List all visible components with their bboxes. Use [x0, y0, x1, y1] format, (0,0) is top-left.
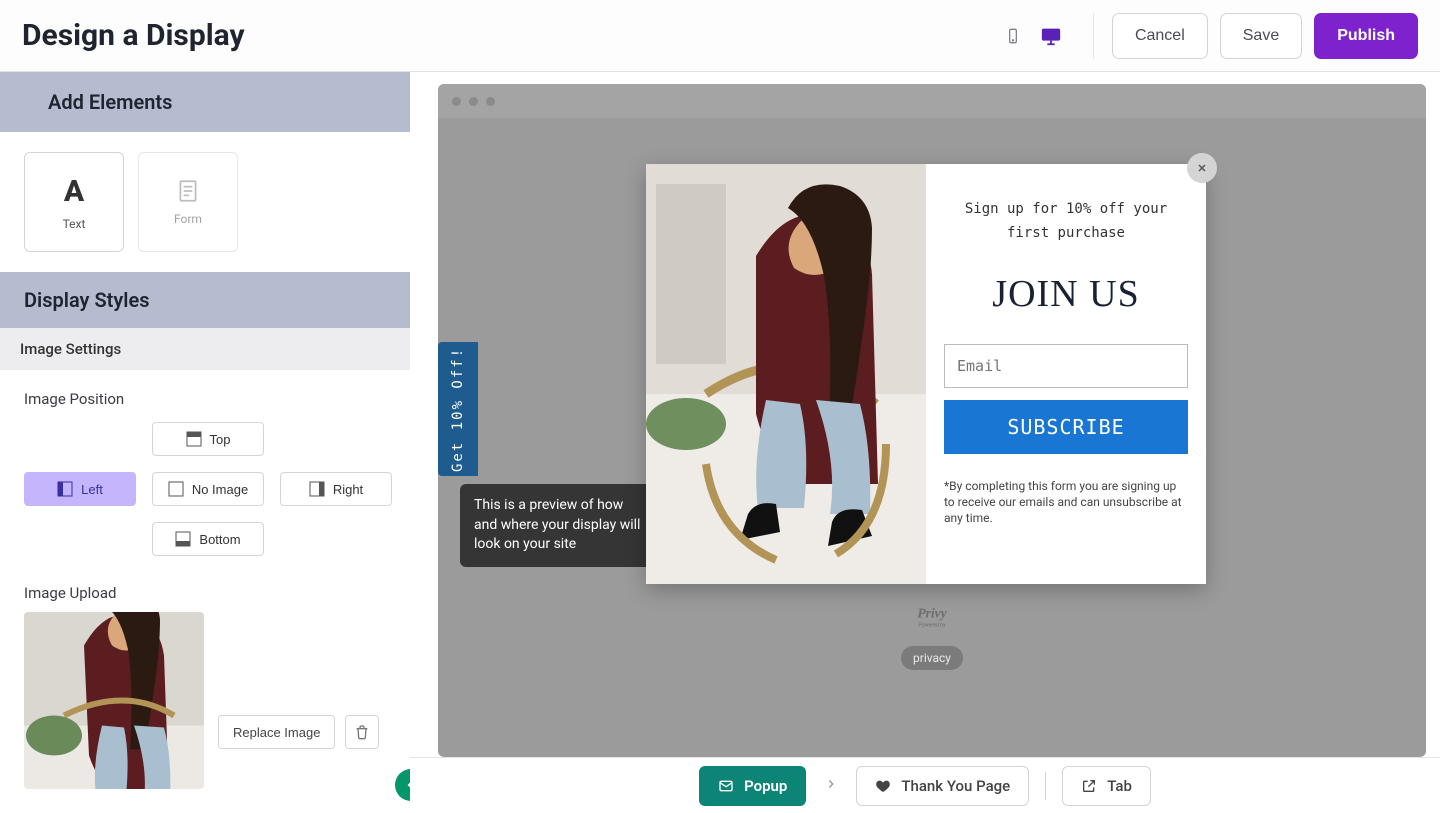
element-text-label: Text [63, 217, 86, 231]
element-form[interactable]: Form [138, 152, 238, 252]
mobile-preview-button[interactable] [1001, 24, 1025, 48]
header-actions: Cancel Save Publish [1001, 13, 1418, 59]
image-settings-panel: Image Position Top Left No Image Right [0, 370, 410, 789]
delete-image-button[interactable] [345, 715, 379, 749]
element-form-label: Form [174, 212, 202, 226]
position-none-button[interactable]: No Image [152, 472, 264, 506]
mode-thankyou-button[interactable]: Thank You Page [856, 766, 1029, 806]
position-top-label: Top [210, 432, 231, 447]
elements-row: A Text Form [0, 132, 410, 272]
position-bottom-button[interactable]: Bottom [152, 522, 264, 556]
element-text[interactable]: A Text [24, 152, 124, 252]
publish-button[interactable]: Publish [1314, 13, 1418, 59]
popup-disclaimer: *By completing this form you are signing… [944, 478, 1188, 527]
section-display-styles[interactable]: Display Styles [0, 272, 410, 328]
device-switcher [1001, 24, 1063, 48]
mode-popup-label: Popup [744, 777, 787, 795]
page-title: Design a Display [22, 18, 245, 53]
trash-icon [354, 724, 370, 740]
preview-hint: This is a preview of how and where your … [460, 484, 660, 567]
position-left-label: Left [81, 482, 103, 497]
svg-text:Privy: Privy [917, 606, 947, 621]
mode-tab-label: Tab [1107, 777, 1132, 795]
image-position-grid: Top Left No Image Right Bottom [24, 422, 386, 556]
position-left-button[interactable]: Left [24, 472, 136, 506]
window-dot [452, 97, 461, 106]
image-upload-row: Replace Image [24, 612, 386, 789]
section-add-elements[interactable]: Add Elements [0, 72, 410, 132]
powered-by-badge: Privy Powered by [902, 604, 962, 634]
browser-chrome [438, 84, 1426, 118]
popup-kicker: Sign up for 10% off your first purchase [944, 198, 1188, 246]
chevron-left-icon [403, 777, 410, 793]
popup-image [646, 164, 926, 584]
view-mode-bar: Popup Thank You Page Tab [410, 757, 1440, 813]
position-bottom-label: Bottom [199, 532, 240, 547]
window-dot [486, 97, 495, 106]
replace-image-button[interactable]: Replace Image [218, 715, 335, 749]
side-tab-teaser[interactable]: Get 10% Off! [438, 342, 478, 476]
mode-tab-button[interactable]: Tab [1062, 766, 1151, 806]
chevron-right-icon [822, 775, 840, 796]
divider [1093, 13, 1094, 59]
privacy-link[interactable]: privacy [901, 646, 963, 670]
image-thumbnail[interactable] [24, 612, 204, 789]
position-right-button[interactable]: Right [280, 472, 392, 506]
section-image-settings[interactable]: Image Settings [0, 328, 410, 370]
close-popup-button[interactable] [1187, 153, 1217, 183]
position-none-label: No Image [192, 482, 248, 497]
text-glyph-icon: A [64, 174, 84, 209]
position-right-label: Right [333, 482, 363, 497]
external-link-icon [1081, 778, 1097, 794]
image-actions: Replace Image [218, 715, 379, 749]
settings-sidebar: Add Elements A Text Form Display Styles … [0, 72, 410, 813]
popup-headline: JOIN US [992, 272, 1139, 316]
powered-by-text: Powered by [918, 623, 946, 629]
image-position-label: Image Position [24, 390, 386, 408]
popup-display: Sign up for 10% off your first purchase … [646, 164, 1206, 584]
form-icon [175, 178, 201, 204]
position-left-icon [57, 481, 73, 497]
preview-viewport: Get 10% Off! This is a preview of how an… [438, 84, 1426, 757]
close-icon [1196, 162, 1208, 174]
divider [1045, 772, 1046, 800]
window-dot [469, 97, 478, 106]
position-none-icon [168, 481, 184, 497]
email-input[interactable] [944, 344, 1188, 388]
cancel-button[interactable]: Cancel [1112, 13, 1208, 59]
position-top-icon [186, 431, 202, 447]
position-bottom-icon [175, 531, 191, 547]
save-button[interactable]: Save [1220, 13, 1302, 59]
image-upload-label: Image Upload [24, 584, 386, 602]
privy-logo-icon: Privy Powered by [902, 604, 962, 630]
position-right-icon [309, 481, 325, 497]
heart-icon [875, 778, 891, 794]
mode-popup-button[interactable]: Popup [699, 766, 806, 806]
envelope-icon [718, 778, 734, 794]
subscribe-button[interactable]: SUBSCRIBE [944, 400, 1188, 454]
mode-thankyou-label: Thank You Page [901, 777, 1010, 795]
desktop-preview-button[interactable] [1039, 24, 1063, 48]
position-top-button[interactable]: Top [152, 422, 264, 456]
app-header: Design a Display Cancel Save Publish [0, 0, 1440, 72]
preview-canvas: Get 10% Off! This is a preview of how an… [410, 72, 1440, 813]
popup-content: Sign up for 10% off your first purchase … [926, 164, 1206, 584]
